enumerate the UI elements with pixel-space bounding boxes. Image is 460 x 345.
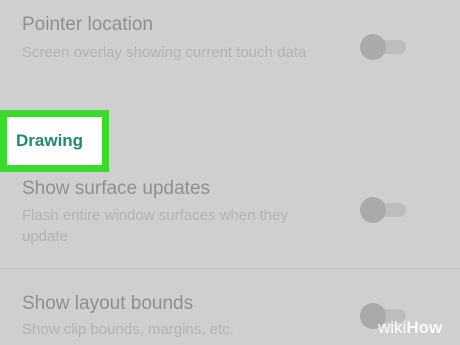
setting-title: Show layout bounds [22,293,194,314]
setting-summary: Flash entire window surfaces when they u… [22,207,288,245]
setting-summary: Show clip bounds, margins, etc. [22,321,234,338]
setting-title: Pointer location [22,14,153,35]
setting-summary: Screen overlay showing current touch dat… [22,44,307,61]
category-highlight-box: Drawing [0,110,109,172]
watermark-part-how: How [406,318,443,337]
developer-options-screen: Pointer location Screen overlay showing … [0,0,460,345]
category-drawing-label: Drawing [16,131,84,150]
setting-title: Show surface updates [22,178,211,199]
section-divider [0,268,460,269]
category-header: Drawing [7,117,102,165]
wikihow-watermark: wikiHow [378,318,442,338]
show-surface-updates-toggle[interactable] [360,194,406,224]
toggle-thumb [360,197,386,223]
watermark-part-wiki: wiki [378,318,407,337]
toggle-thumb [360,34,386,60]
pointer-location-toggle[interactable] [360,31,406,61]
